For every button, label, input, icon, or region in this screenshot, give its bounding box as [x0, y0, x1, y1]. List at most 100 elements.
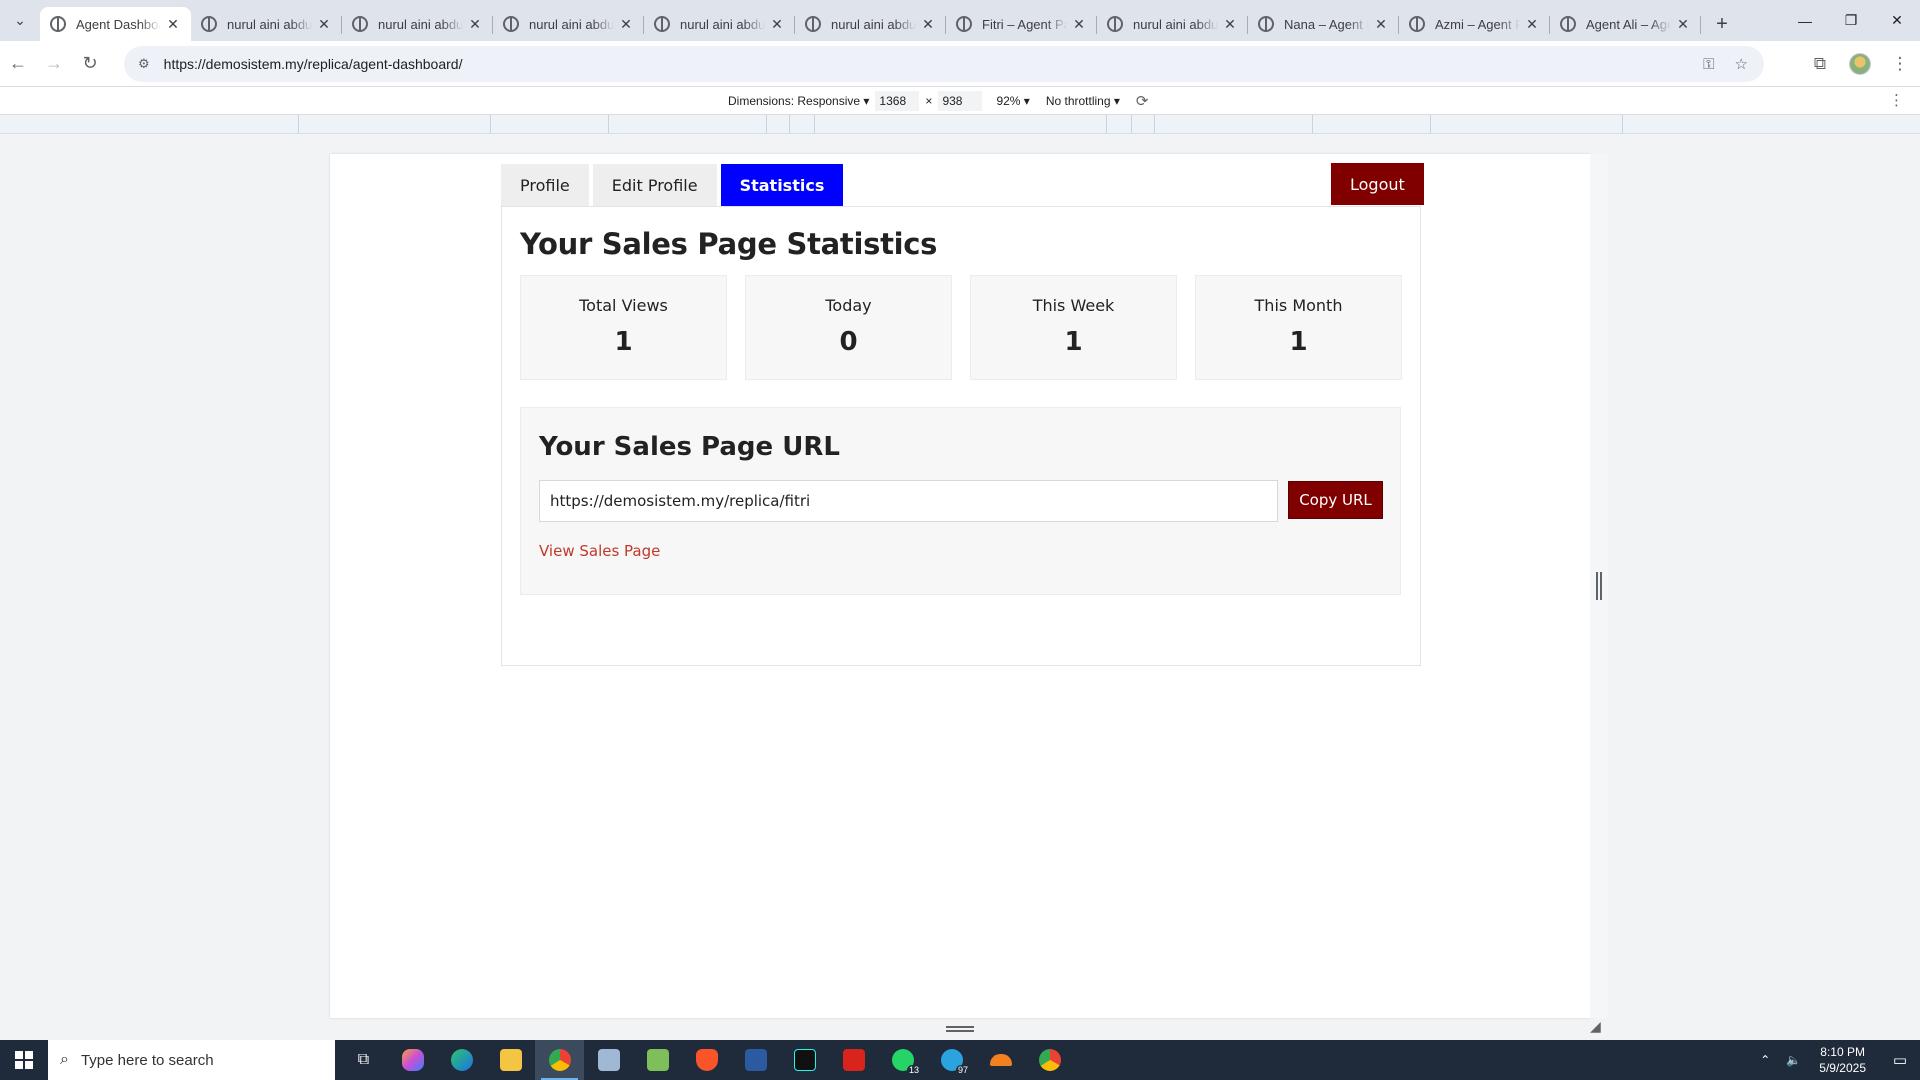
- chevron-down-icon: ⌄: [14, 12, 26, 28]
- acrobat-icon[interactable]: [829, 1040, 878, 1080]
- chrome-icon[interactable]: [535, 1040, 584, 1080]
- more-options-icon[interactable]: ⋮: [1889, 91, 1904, 109]
- chrome-icon-2[interactable]: [1025, 1040, 1074, 1080]
- zoom-dropdown[interactable]: 92% ▾: [996, 94, 1029, 108]
- copy-url-button[interactable]: Copy URL: [1288, 481, 1383, 519]
- search-icon: ⌕: [60, 1051, 69, 1068]
- globe-icon: [201, 16, 217, 32]
- search-placeholder: Type here to search: [80, 1051, 214, 1069]
- globe-icon: [352, 16, 368, 32]
- close-icon[interactable]: ✕: [920, 16, 936, 33]
- extensions-icon[interactable]: ⧉: [1800, 54, 1840, 74]
- reload-button[interactable]: ↻: [72, 46, 108, 82]
- tab-edit-profile[interactable]: Edit Profile: [592, 164, 717, 206]
- browser-tab[interactable]: nurul aini abdul ✕: [191, 7, 342, 41]
- menu-icon[interactable]: ⋮: [1880, 54, 1920, 74]
- browser-tab[interactable]: Agent Ali – Agent✕: [1550, 7, 1701, 41]
- whatsapp-badge: 13: [906, 1065, 921, 1075]
- minimize-icon[interactable]: —: [1782, 0, 1828, 41]
- browser-tab[interactable]: Nana – Agent Page✕: [1248, 7, 1399, 41]
- section-title: Your Sales Page URL: [539, 432, 840, 462]
- close-icon[interactable]: ✕: [618, 16, 634, 33]
- stat-value: 1: [1289, 327, 1308, 357]
- stat-card-total-views: Total Views 1: [520, 275, 727, 380]
- task-view-icon[interactable]: ⧉: [339, 1040, 388, 1080]
- close-icon[interactable]: ✕: [467, 16, 483, 33]
- browser-tab[interactable]: Fitri – Agent Page✕: [946, 7, 1097, 41]
- windows-logo-icon: [15, 1051, 33, 1069]
- device-toolbar: Dimensions: Responsive ▾ 1368 × 938 92% …: [0, 86, 1920, 114]
- back-button[interactable]: ←: [0, 46, 36, 82]
- width-input[interactable]: 1368: [875, 91, 920, 111]
- windows-taskbar: ⌕ Type here to search ⧉ 13 97 ⌃ 🔈 8:10 P…: [0, 1040, 1920, 1080]
- close-icon[interactable]: ✕: [316, 16, 332, 33]
- clock[interactable]: 8:10 PM 5/9/2025: [1819, 1044, 1866, 1076]
- dashboard-tabs: Profile Edit Profile Statistics: [501, 164, 844, 206]
- notes-app-icon[interactable]: [584, 1040, 633, 1080]
- profile-button[interactable]: [1840, 52, 1880, 75]
- view-sales-page-link[interactable]: View Sales Page: [539, 542, 660, 560]
- spreadsheet-icon[interactable]: [633, 1040, 682, 1080]
- arrow-left-icon: ←: [9, 53, 27, 73]
- browser-tab[interactable]: nurul aini abdul ✕: [342, 7, 493, 41]
- chevron-up-icon[interactable]: ⌃: [1760, 1053, 1770, 1067]
- sales-url-input[interactable]: [539, 480, 1278, 522]
- browser-tab[interactable]: nurul aini abdul ✕: [493, 7, 644, 41]
- browser-tab[interactable]: nurul aini abdul ✕: [795, 7, 946, 41]
- tab-profile[interactable]: Profile: [501, 164, 589, 206]
- resize-handle-right[interactable]: [1596, 572, 1602, 600]
- times-label: ×: [925, 94, 933, 108]
- key-icon[interactable]: ⚿: [1703, 56, 1714, 73]
- resize-handle-bottom[interactable]: [946, 1026, 974, 1032]
- stat-card-this-month: This Month 1: [1195, 275, 1402, 380]
- height-input[interactable]: 938: [938, 91, 983, 111]
- close-icon[interactable]: ✕: [1071, 16, 1087, 33]
- dimensions-dropdown[interactable]: Dimensions: Responsive ▾: [728, 94, 869, 108]
- globe-icon: [503, 16, 519, 32]
- browser-tab[interactable]: Agent Dashboard✕: [40, 7, 191, 41]
- stat-label: This Week: [1032, 296, 1115, 315]
- copilot-icon[interactable]: [388, 1040, 437, 1080]
- restore-icon[interactable]: ❐: [1828, 0, 1874, 41]
- brave-icon[interactable]: [682, 1040, 731, 1080]
- address-bar[interactable]: ⚙ https://demosistem.my/replica/agent-da…: [124, 46, 1764, 82]
- browser-tab[interactable]: Azmi – Agent Page✕: [1399, 7, 1550, 41]
- file-explorer-icon[interactable]: [486, 1040, 535, 1080]
- globe-icon: [1409, 16, 1425, 32]
- address-url: https://demosistem.my/replica/agent-dash…: [163, 56, 463, 72]
- stat-card-today: Today 0: [745, 275, 952, 380]
- throttling-dropdown[interactable]: No throttling ▾: [1046, 94, 1120, 108]
- close-icon[interactable]: ✕: [1222, 16, 1238, 33]
- new-tab-button[interactable]: +: [1705, 7, 1739, 41]
- edge-icon[interactable]: [437, 1040, 486, 1080]
- logout-button[interactable]: Logout: [1331, 163, 1424, 205]
- tab-statistics[interactable]: Statistics: [720, 164, 844, 206]
- star-icon[interactable]: ☆: [1735, 55, 1748, 73]
- sales-url-section: Your Sales Page URL Copy URL View Sales …: [520, 407, 1401, 595]
- close-icon[interactable]: ✕: [1675, 16, 1691, 33]
- close-icon[interactable]: ✕: [165, 16, 181, 33]
- cloudflare-icon[interactable]: [976, 1040, 1025, 1080]
- notification-icon[interactable]: ▭: [1880, 1051, 1920, 1069]
- browser-tab[interactable]: nurul aini abdul ✕: [644, 7, 795, 41]
- telegram-icon[interactable]: 97: [927, 1040, 976, 1080]
- stat-label: This Month: [1254, 296, 1343, 315]
- whatsapp-icon[interactable]: 13: [878, 1040, 927, 1080]
- tab-search-button[interactable]: ⌄: [0, 0, 40, 41]
- emulated-page: Profile Edit Profile Statistics Logout Y…: [330, 154, 1590, 1018]
- powershell-icon[interactable]: [731, 1040, 780, 1080]
- site-info-icon[interactable]: ⚙: [138, 56, 150, 72]
- globe-icon: [1107, 16, 1123, 32]
- forward-button[interactable]: →: [36, 46, 72, 82]
- browser-tab[interactable]: nurul aini abdul ✕: [1097, 7, 1248, 41]
- tiktok-icon[interactable]: [780, 1040, 829, 1080]
- start-button[interactable]: [0, 1040, 48, 1080]
- close-icon[interactable]: ✕: [1373, 16, 1389, 33]
- volume-icon[interactable]: 🔈: [1786, 1053, 1801, 1067]
- rotate-icon[interactable]: ⟳: [1136, 92, 1149, 110]
- taskbar-search[interactable]: ⌕ Type here to search: [48, 1040, 335, 1080]
- close-icon[interactable]: ✕: [769, 16, 785, 33]
- close-window-icon[interactable]: ✕: [1874, 0, 1920, 41]
- close-icon[interactable]: ✕: [1524, 16, 1540, 33]
- resize-corner-icon[interactable]: ◢: [1590, 1018, 1601, 1035]
